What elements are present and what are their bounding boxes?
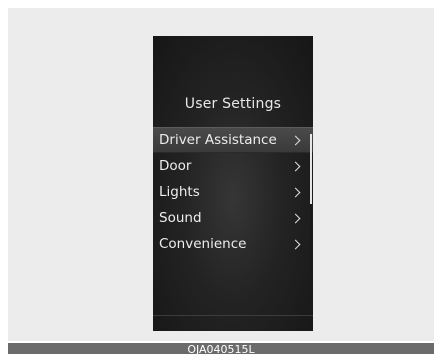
cluster-display: User Settings Driver Assistance Door Lig…	[153, 36, 313, 331]
chevron-right-icon	[290, 187, 301, 197]
chevron-right-icon	[290, 213, 301, 223]
menu-item-sound[interactable]: Sound	[153, 205, 313, 231]
menu-item-label: Door	[159, 158, 192, 174]
menu-item-label: Convenience	[159, 236, 247, 252]
menu-item-door[interactable]: Door	[153, 153, 313, 179]
caption-code: OJA040515L	[187, 343, 255, 354]
menu-scrollbar[interactable]	[310, 134, 312, 274]
menu-item-convenience[interactable]: Convenience	[153, 231, 313, 257]
menu-item-driver-assistance[interactable]: Driver Assistance	[153, 127, 313, 153]
scroll-thumb[interactable]	[310, 134, 312, 204]
chevron-right-icon	[290, 239, 301, 249]
menu-item-label: Driver Assistance	[159, 132, 277, 148]
chevron-right-icon	[290, 161, 301, 171]
menu-item-label: Sound	[159, 210, 202, 226]
menu-item-lights[interactable]: Lights	[153, 179, 313, 205]
settings-menu: Driver Assistance Door Lights Sound Conv…	[153, 127, 313, 257]
figure-caption: OJA040515L	[8, 343, 434, 354]
menu-item-label: Lights	[159, 184, 200, 200]
divider	[153, 315, 313, 316]
screen-title: User Settings	[184, 96, 282, 112]
chevron-right-icon	[290, 135, 301, 145]
figure-frame: User Settings Driver Assistance Door Lig…	[8, 8, 434, 341]
